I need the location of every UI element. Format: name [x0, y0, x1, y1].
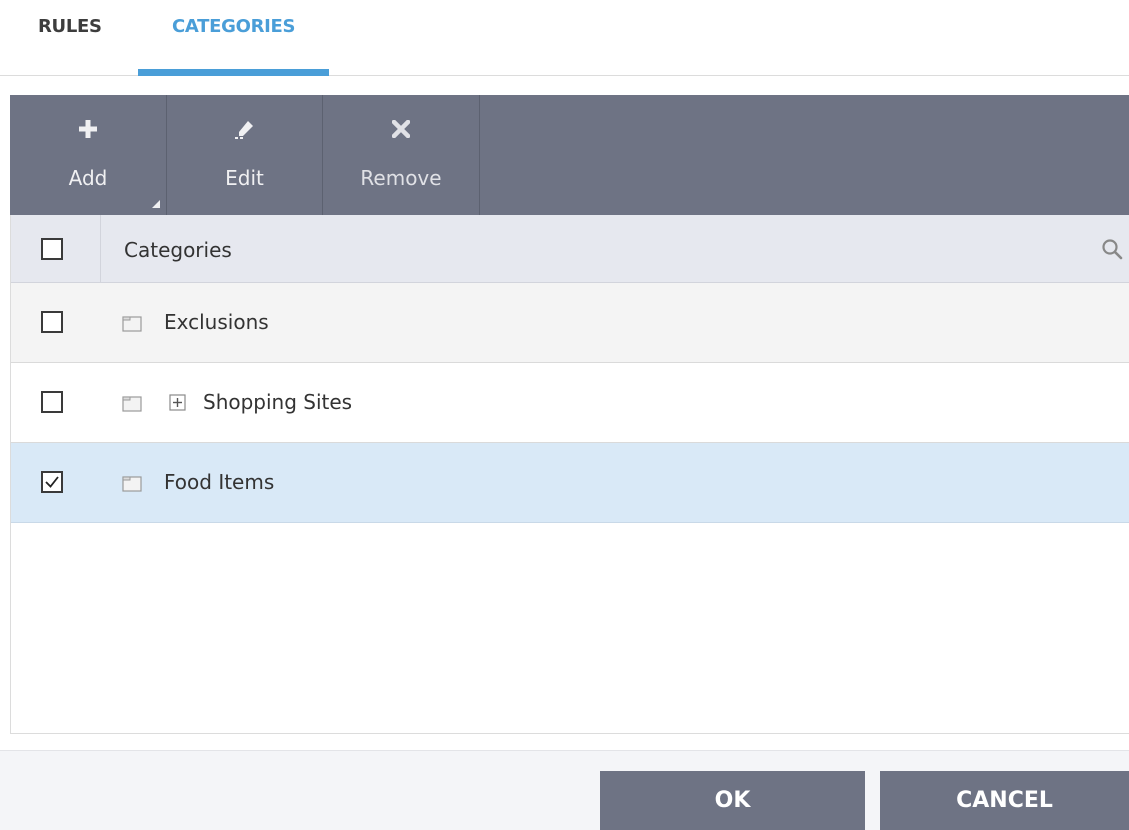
tab-categories[interactable]: CATEGORIES	[172, 16, 296, 37]
add-button[interactable]: Add	[10, 95, 167, 215]
categories-grid: Categories Exclusions Shopping Sites Foo…	[10, 215, 1129, 734]
row-label: Food Items	[164, 470, 275, 494]
remove-button[interactable]: Remove	[323, 95, 480, 215]
header-divider	[100, 215, 101, 283]
grid-header: Categories	[11, 215, 1129, 283]
row-checkbox[interactable]	[41, 391, 63, 413]
expand-plus-icon[interactable]	[169, 394, 186, 411]
ok-button[interactable]: OK	[600, 771, 865, 830]
close-icon	[323, 117, 479, 141]
remove-label: Remove	[360, 166, 442, 190]
row-checkbox[interactable]	[41, 311, 63, 333]
pencil-icon	[167, 117, 322, 141]
row-label: Exclusions	[164, 310, 269, 334]
search-icon[interactable]	[1101, 238, 1123, 260]
edit-button[interactable]: Edit	[167, 95, 323, 215]
folder-icon	[122, 395, 142, 412]
folder-icon	[122, 475, 142, 492]
select-all-checkbox[interactable]	[41, 238, 63, 260]
row-checkbox[interactable]	[41, 471, 63, 493]
row-label: Shopping Sites	[203, 390, 353, 414]
folder-icon	[122, 315, 142, 332]
tab-rules[interactable]: RULES	[38, 16, 102, 37]
dropdown-caret-icon[interactable]	[152, 200, 160, 208]
plus-icon	[10, 117, 166, 141]
add-label: Add	[68, 166, 108, 190]
cancel-button[interactable]: CANCEL	[880, 771, 1129, 830]
dialog-footer: OK CANCEL	[0, 750, 1129, 830]
table-row[interactable]: Exclusions	[11, 283, 1129, 363]
edit-label: Edit	[225, 166, 264, 190]
table-row[interactable]: Food Items	[11, 443, 1129, 523]
toolbar: Add Edit Remove	[10, 95, 1129, 215]
active-tab-indicator	[138, 69, 329, 76]
table-row[interactable]: Shopping Sites	[11, 363, 1129, 443]
tab-bar: RULES CATEGORIES	[0, 0, 1129, 76]
categories-column-header: Categories	[124, 238, 232, 262]
